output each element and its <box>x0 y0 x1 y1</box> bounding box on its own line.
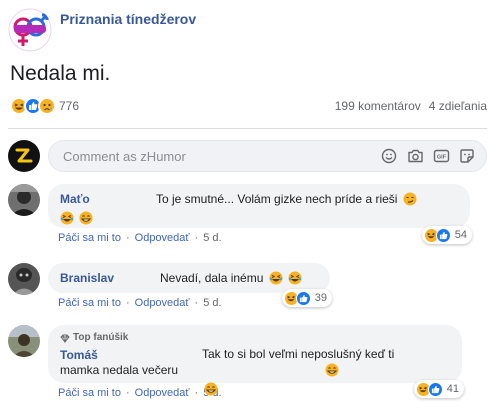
comment-text-content: Nevadí, dala inému <box>160 271 264 285</box>
like-comment-link[interactable]: Páči sa mi to <box>58 232 121 244</box>
comment-author[interactable]: Branislav <box>60 270 156 286</box>
comment-actions: Páči sa mi to · Odpovedať · 5 d. <box>58 232 470 244</box>
separator-dot: · <box>194 232 199 244</box>
like-icon <box>435 227 451 243</box>
post-reaction-count[interactable]: 776 <box>59 99 79 113</box>
comment-reaction-count: 41 <box>446 383 459 395</box>
laughing-emoji <box>269 271 283 289</box>
shares-count-link[interactable]: 4 zdieľania <box>429 99 487 113</box>
comment-reactions[interactable]: 39 <box>281 289 332 307</box>
comment-text: To je smutné... Volám gizke nech príde a… <box>156 191 417 210</box>
top-fan-badge: Top fanúšik <box>60 330 450 346</box>
diamond-icon <box>60 334 70 343</box>
avatar[interactable] <box>8 325 40 357</box>
comment-reactions[interactable]: 41 <box>413 380 464 398</box>
divider <box>8 128 487 129</box>
post-reactions-row: 776 199 komentárov 4 zdieľania <box>10 96 487 116</box>
avatar[interactable] <box>8 263 40 295</box>
comment-author[interactable]: Maťo <box>60 191 152 210</box>
sad-icon <box>38 97 56 115</box>
comment-bubble: Maťo To je smutné... Volám gizke nech pr… <box>48 184 470 228</box>
post-header: Priznania tínedžerov <box>8 8 196 52</box>
reply-comment-link[interactable]: Odpovedať <box>135 297 190 309</box>
sticker-icon[interactable] <box>458 147 476 165</box>
comment-reaction-count: 54 <box>454 229 467 241</box>
gif-icon[interactable]: GIF <box>432 147 450 165</box>
comments-count-link[interactable]: 199 komentárov <box>335 99 421 113</box>
comment-reactions[interactable]: 54 <box>421 226 472 244</box>
comment-input-box: GIF <box>48 140 487 172</box>
grin-emoji <box>79 211 93 229</box>
post-stats: 199 komentárov 4 zdieľania <box>335 99 487 113</box>
comment: Top fanúšik Tomáš Tak to si bol veľmi ne… <box>8 325 464 399</box>
comment-emojis <box>60 210 458 229</box>
camera-icon[interactable] <box>406 147 424 165</box>
comment-reaction-count: 39 <box>314 292 327 304</box>
comment-body: Branislav Nevadí, dala inému Páči sa mi … <box>48 263 332 309</box>
page-logo[interactable] <box>8 8 52 52</box>
comment-bubble: Top fanúšik Tomáš Tak to si bol veľmi ne… <box>48 325 462 396</box>
comment-time[interactable]: 5 d. <box>203 232 221 244</box>
composer-tools: GIF <box>380 147 476 165</box>
top-fan-label: Top fanúšik <box>73 332 129 343</box>
grin-emoji <box>62 382 218 400</box>
comment-text: Nevadí, dala inému <box>160 270 302 286</box>
separator-dot: · <box>194 297 199 309</box>
like-icon <box>295 290 311 306</box>
grin-emoji <box>183 363 339 381</box>
comment-body: Top fanúšik Tomáš Tak to si bol veľmi ne… <box>48 325 464 399</box>
page-name[interactable]: Priznania tínedžerov <box>60 11 196 27</box>
like-comment-link[interactable]: Páči sa mi to <box>58 297 121 309</box>
comment: Branislav Nevadí, dala inému Páči sa mi … <box>8 263 332 309</box>
emoji-icon[interactable] <box>380 147 398 165</box>
composer-avatar[interactable] <box>8 140 40 172</box>
comment-text: Tak to si bol veľmi neposlušný keď ti ma… <box>60 346 430 400</box>
avatar[interactable] <box>8 184 40 216</box>
post-reaction-icons[interactable] <box>10 97 56 115</box>
laughing-emoji <box>60 211 74 229</box>
separator-dot: · <box>125 232 130 244</box>
comment-body: Maťo To je smutné... Volám gizke nech pr… <box>48 184 472 244</box>
post-text: Nedala mi. <box>10 62 111 85</box>
smirk-emoji <box>403 192 417 210</box>
reply-comment-link[interactable]: Odpovedať <box>135 232 190 244</box>
comment-input[interactable] <box>63 148 380 164</box>
svg-text:GIF: GIF <box>436 155 446 161</box>
comment-text-content: To je smutné... Volám gizke nech príde a… <box>156 192 398 206</box>
separator-dot: · <box>125 297 130 309</box>
comment: Maťo To je smutné... Volám gizke nech pr… <box>8 184 472 244</box>
comment-composer: GIF <box>8 140 487 172</box>
like-icon <box>427 381 443 397</box>
comment-time[interactable]: 5 d. <box>203 297 221 309</box>
laughing-emoji <box>288 271 302 289</box>
